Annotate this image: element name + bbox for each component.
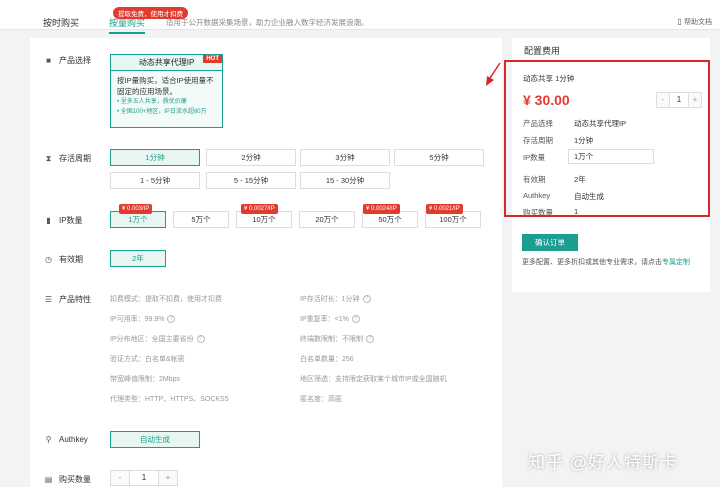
feature-text: IP存活时长：1分钟	[300, 296, 360, 303]
tab-hourly[interactable]: 按时购买	[43, 16, 79, 29]
hot-badge: HOT	[203, 55, 222, 63]
price-badge: ¥ 0.0027/IP	[241, 204, 278, 214]
key-icon: ⚲	[45, 435, 52, 444]
duration-option[interactable]: 2分钟	[206, 149, 296, 166]
duration-option[interactable]: 15 - 30分钟	[300, 172, 390, 189]
buy-qty-label: 购买数量	[59, 475, 91, 484]
features-label: 产品特性	[59, 295, 91, 304]
watermark: 知乎 @好人特斯卡	[528, 453, 678, 472]
row-product: ■ 产品选择	[44, 55, 91, 66]
custom-link[interactable]: 专属定制	[662, 259, 690, 266]
feature-item: 终端数限制：不限制?	[300, 334, 374, 344]
validity-label: 有效期	[59, 255, 83, 264]
feature-item: 扣费模式：提取不扣费，使用才扣费	[110, 296, 222, 303]
feature-item: 白名单数量：256	[300, 356, 354, 363]
row-features: ☰ 产品特性	[44, 294, 91, 305]
feature-text: 终端数限制：不限制	[300, 336, 363, 343]
hourglass-icon: ⧗	[45, 154, 52, 163]
help-icon[interactable]: ?	[167, 315, 176, 324]
product-point: • 呈多五人共享，质优价廉	[117, 99, 187, 105]
duration-label: 存活周期	[59, 154, 91, 163]
price-badge: ¥ 0.0021/IP	[426, 204, 463, 214]
row-ip-count: ▮ IP数量	[44, 215, 83, 226]
highlight-box	[504, 60, 710, 217]
help-icon[interactable]: ?	[196, 335, 205, 344]
authkey-label: Authkey	[59, 435, 88, 444]
feature-text: IP分布地区：全国主要省份	[110, 336, 194, 343]
config-panel: ■ 产品选择 动态共享代理IP HOT 按IP量购买，适合IP使用量不固定的应用场…	[30, 38, 502, 487]
minus-button[interactable]: -	[111, 471, 129, 485]
help-icon[interactable]: ?	[366, 335, 374, 344]
validity-option[interactable]: 2年	[110, 250, 166, 267]
duration-option[interactable]: 1 - 5分钟	[110, 172, 200, 189]
help-icon[interactable]: ?	[351, 315, 360, 324]
row-authkey: ⚲ Authkey	[44, 435, 88, 444]
cart-icon: ▤	[44, 475, 53, 484]
feature-item: 代理类型：HTTP、HTTPS、SOCKS5	[110, 396, 229, 403]
product-label: 产品选择	[59, 56, 91, 65]
help-label: 帮助文档	[684, 19, 712, 26]
quantity-value[interactable]: 1	[129, 471, 159, 485]
authkey-option[interactable]: 自动生成	[110, 431, 200, 448]
tab-tip: 适用于公开数据采集场景，助力企业融入数字经济发展浪潮。	[166, 18, 369, 27]
bar-chart-icon: ▮	[46, 216, 51, 225]
feature-item: IP存活时长：1分钟?	[300, 294, 371, 304]
custom-note-text: 更多配置、更多折扣或其他专业需求，请点击	[522, 259, 662, 266]
feature-item: 带宽峰值限制：2Mbps	[110, 376, 181, 383]
confirm-order-button[interactable]: 确认订单	[522, 234, 578, 251]
list-icon: ☰	[44, 295, 53, 304]
custom-note: 更多配置、更多折扣或其他专业需求，请点击专属定制	[522, 257, 690, 267]
feature-text: IP重复率：<1%	[300, 316, 349, 323]
clock-icon: ◷	[45, 255, 52, 264]
feature-item: 验证方式：白名单&帐密	[110, 356, 185, 363]
feature-item: IP分布地区：全国主要省份?	[110, 334, 205, 344]
product-card-desc: 按IP量购买，适合IP使用量不固定的应用场景。	[117, 76, 214, 96]
summary-title: 配置费用	[524, 46, 561, 56]
feature-item: 地区筛选：支持限定获取某个城市IP或全国随机	[300, 376, 447, 383]
row-duration: ⧗ 存活周期	[44, 153, 91, 164]
ip-count-option[interactable]: 5万个	[173, 211, 229, 228]
feature-text: IP可用率：99.9%	[110, 316, 165, 323]
product-card[interactable]: 动态共享代理IP HOT 按IP量购买，适合IP使用量不固定的应用场景。 • 呈…	[110, 54, 223, 128]
feature-item: IP可用率：99.9%?	[110, 314, 176, 324]
price-badge: ¥ 0.0024/IP	[363, 204, 400, 214]
product-point: • 全国100+地区，IP日流水超80万	[117, 109, 207, 115]
duration-option[interactable]: 5分钟	[394, 149, 484, 166]
help-icon[interactable]: ?	[362, 295, 371, 304]
feature-item: 匿名度：高匿	[300, 396, 342, 403]
ip-count-option[interactable]: 20万个	[299, 211, 355, 228]
quantity-stepper: - 1 +	[110, 470, 178, 486]
duration-option[interactable]: 1分钟	[110, 149, 200, 166]
row-validity: ◷ 有效期	[44, 254, 83, 265]
ip-count-label: IP数量	[59, 216, 83, 225]
doc-icon: ▯	[677, 17, 682, 26]
row-buy-qty: ▤ 购买数量	[44, 474, 91, 485]
plus-button[interactable]: +	[159, 471, 177, 485]
duration-option[interactable]: 5 - 15分钟	[206, 172, 296, 189]
help-link[interactable]: ▯ 帮助文档	[675, 17, 712, 27]
feature-item: IP重复率：<1%?	[300, 314, 360, 324]
top-bar: 按时购买 按量购买 提取免费，使用才扣费 适用于公开数据采集场景，助力企业融入数…	[0, 0, 720, 34]
cube-icon: ■	[46, 56, 51, 65]
duration-option[interactable]: 3分钟	[300, 149, 390, 166]
price-badge: ¥ 0.003/IP	[119, 204, 153, 214]
